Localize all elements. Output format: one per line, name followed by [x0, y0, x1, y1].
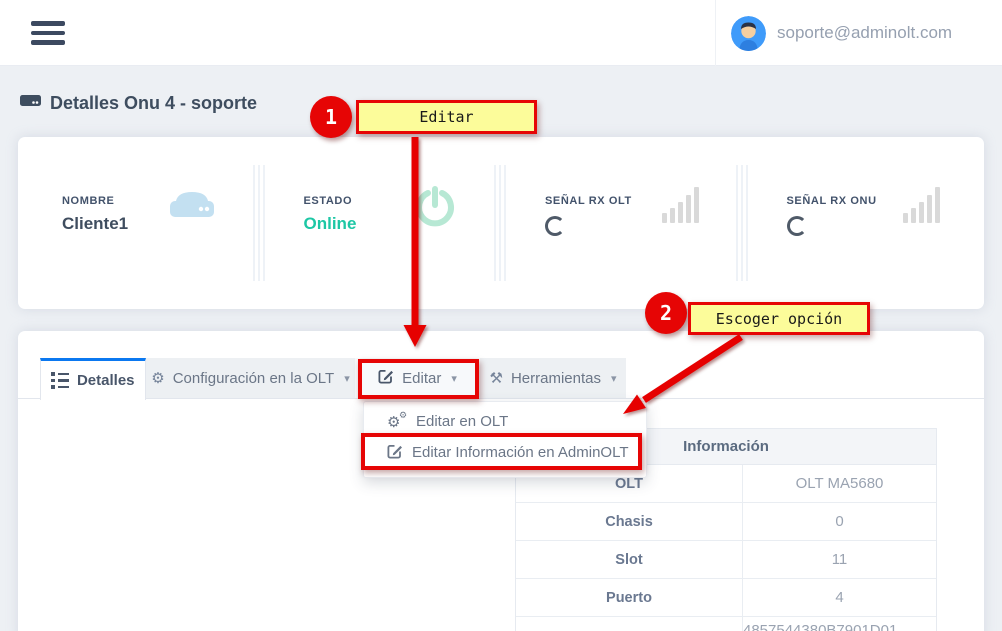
status-label: NOMBRE: [62, 195, 260, 207]
avatar: [731, 16, 766, 51]
top-navbar: soporte@adminolt.com: [0, 0, 1002, 66]
tools-icon: ⚒: [489, 369, 502, 387]
edit-square-icon: [378, 368, 394, 388]
tab-editar[interactable]: Editar ▾: [355, 358, 480, 399]
status-label: ESTADO: [304, 195, 502, 207]
row-label: Slot: [516, 541, 743, 578]
cogs-icon: ⚙⚙: [387, 413, 407, 431]
status-label: SEÑAL RX ONU: [787, 195, 985, 207]
step-1-badge: 1: [310, 96, 352, 138]
tab-bar: Detalles ⚙ Configuración en la OLT ▾ Edi…: [40, 358, 626, 400]
user-menu[interactable]: soporte@adminolt.com: [715, 0, 1002, 66]
menu-item-label: Editar Información en AdminOLT: [412, 444, 629, 461]
step-1-callout: Editar: [356, 100, 537, 134]
tab-configuracion-olt[interactable]: ⚙ Configuración en la OLT ▾: [146, 358, 355, 399]
router-icon: [168, 185, 216, 228]
status-card-senal-rx-onu: SEÑAL RX ONU: [743, 137, 985, 309]
row-value: 4857544380B7901D01 HWTC: [743, 617, 936, 631]
row-label: Puerto: [516, 579, 743, 616]
tab-label: Detalles: [77, 372, 135, 389]
row-value: 11: [743, 541, 936, 578]
step-2-callout: Escoger opción: [688, 302, 870, 335]
page-title: Detalles Onu 4 - soporte: [20, 92, 257, 114]
table-row: Slot 11: [516, 541, 936, 579]
status-card-senal-rx-olt: SEÑAL RX OLT: [501, 137, 743, 309]
status-summary-card: NOMBRE Cliente1 ESTADO Online: [18, 137, 984, 309]
status-value: Cliente1: [62, 214, 260, 234]
table-row: 4857544380B7901D01 HWTC: [516, 617, 936, 631]
list-icon: [51, 372, 69, 389]
status-value-online: Online: [304, 214, 502, 234]
tab-label: Herramientas: [511, 370, 601, 387]
tab-detalles[interactable]: Detalles: [40, 358, 146, 400]
user-email: soporte@adminolt.com: [777, 23, 952, 43]
row-value: OLT MA5680: [743, 465, 936, 502]
tab-herramientas[interactable]: ⚒ Herramientas ▾: [480, 358, 626, 399]
caret-down-icon: ▾: [611, 372, 617, 385]
tab-label: Editar: [402, 370, 441, 387]
app-window: soporte@adminolt.com Detalles Onu 4 - so…: [0, 0, 1002, 631]
row-label: Chasis: [516, 503, 743, 540]
status-label: SEÑAL RX OLT: [545, 195, 743, 207]
tab-label: Configuración en la OLT: [173, 370, 334, 387]
signal-bars-icon: [662, 185, 699, 223]
row-value: 0: [743, 503, 936, 540]
gear-icon: ⚙: [151, 369, 164, 387]
hamburger-menu-icon[interactable]: [31, 21, 65, 45]
status-card-nombre: NOMBRE Cliente1: [18, 137, 260, 309]
editar-dropdown-menu: ⚙⚙ Editar en OLT Editar Información en A…: [363, 401, 647, 478]
loading-spinner: [787, 216, 807, 236]
edit-square-icon: [387, 443, 403, 463]
menu-item-editar-informacion-adminolt[interactable]: Editar Información en AdminOLT: [364, 437, 646, 468]
table-row: Chasis 0: [516, 503, 936, 541]
row-label: [516, 617, 743, 631]
onu-device-icon: [20, 92, 41, 114]
page-title-text: Detalles Onu 4 - soporte: [50, 93, 257, 114]
power-icon: [413, 185, 457, 234]
signal-bars-icon: [903, 185, 940, 223]
table-row: Puerto 4: [516, 579, 936, 617]
loading-spinner: [545, 216, 565, 236]
menu-item-editar-en-olt[interactable]: ⚙⚙ Editar en OLT: [364, 406, 646, 437]
status-card-estado: ESTADO Online: [260, 137, 502, 309]
caret-down-icon: ▾: [451, 372, 457, 385]
step-2-badge: 2: [645, 292, 687, 334]
caret-down-icon: ▾: [344, 372, 350, 385]
row-value: 4: [743, 579, 936, 616]
menu-item-label: Editar en OLT: [416, 413, 508, 430]
